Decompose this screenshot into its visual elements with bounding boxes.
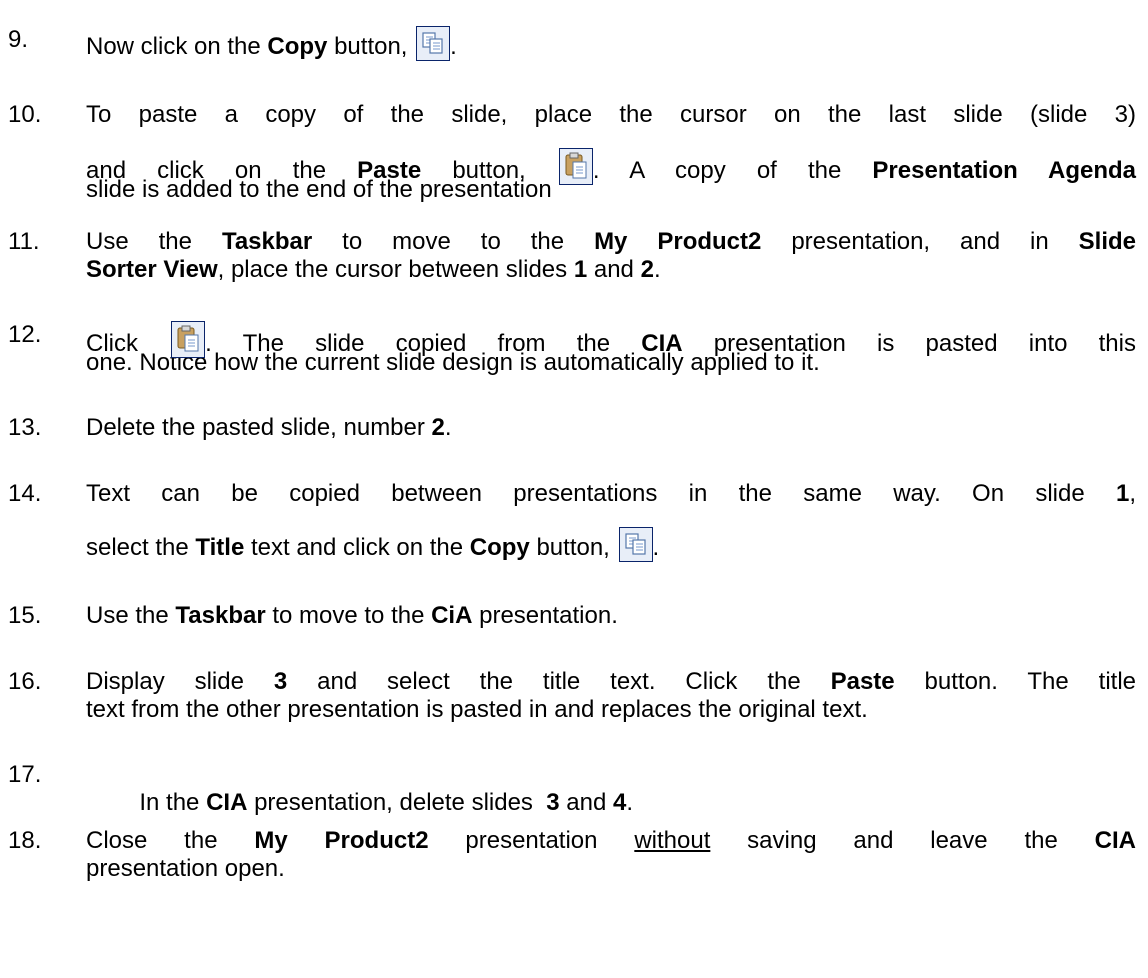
copy-icon: [618, 527, 653, 562]
step-number: 15.: [8, 602, 42, 629]
step-number: 14.: [8, 480, 42, 507]
copy-icon: [416, 26, 451, 61]
step-number: 9.: [8, 26, 29, 53]
paste-icon: [558, 148, 593, 185]
step-number: 18.: [8, 827, 42, 854]
step-number: 11.: [8, 228, 40, 255]
step-number: 10.: [8, 101, 42, 128]
paste-icon: [171, 321, 206, 358]
document-page: 9. Now click on the Copy button, . 10. T…: [8, 26, 1137, 882]
step-number: 12.: [8, 321, 42, 348]
step-number: 16.: [8, 668, 42, 695]
step-number: 17.: [8, 761, 42, 788]
step-number: 13.: [8, 414, 42, 441]
